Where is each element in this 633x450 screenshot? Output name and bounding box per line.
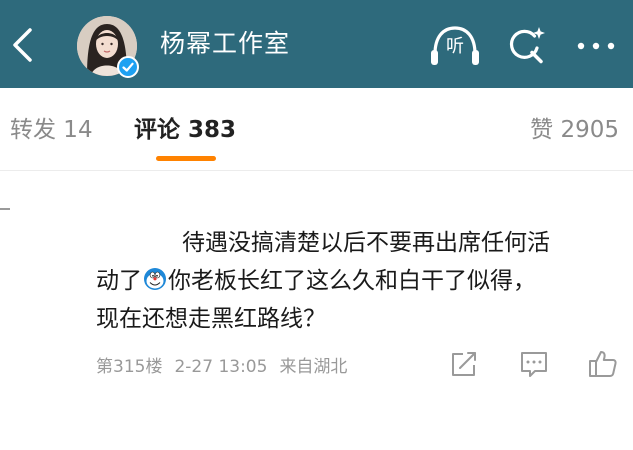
comment-text-2b: 你老板长红了这么久和白干了似得， [168, 268, 536, 294]
thumbs-up-icon [589, 351, 617, 377]
top-bar: 杨幂工作室 听 [0, 0, 633, 88]
comment-text-1: 待遇没搞清楚以后不要再出席任何活 [182, 230, 550, 256]
search-icon [509, 27, 545, 64]
search-button[interactable] [506, 26, 546, 66]
share-button[interactable] [448, 348, 480, 380]
comment-meta: 第315楼 2-27 13:05 来自湖北 [96, 354, 359, 380]
edge-mark [0, 208, 10, 210]
back-button[interactable] [6, 24, 42, 66]
comment-icon [521, 352, 547, 377]
like-button[interactable] [587, 348, 619, 380]
share-icon [452, 352, 476, 376]
more-icon [577, 42, 615, 50]
divider [0, 170, 633, 171]
doraemon-emoji-icon [143, 267, 167, 291]
timestamp: 2-27 13:05 [174, 357, 268, 377]
active-tab-indicator [156, 156, 216, 161]
more-button[interactable] [572, 28, 620, 64]
back-arrow-icon [13, 28, 32, 62]
location: 来自湖北 [279, 357, 348, 377]
listen-button[interactable]: 听 [428, 24, 482, 68]
comment-line-1: 待遇没搞清楚以后不要再出席任何活 [96, 224, 626, 262]
comment-text-2a: 动了 [96, 268, 142, 294]
tab-forward[interactable]: 转发 14 [10, 114, 93, 146]
verified-icon [117, 56, 139, 78]
tab-like[interactable]: 赞 2905 [530, 114, 619, 146]
tab-bar: 转发 14 评论 383 赞 2905 [0, 88, 633, 170]
comment-body[interactable]: 待遇没搞清楚以后不要再出席任何活 动了 你老板长红了这么久和白干了似得， 现在还… [96, 224, 626, 338]
comment-line-2: 动了 你老板长红了这么久和白干了似得， [96, 262, 626, 300]
listen-label: 听 [446, 36, 464, 57]
floor-number: 第315楼 [96, 357, 163, 377]
page-title: 杨幂工作室 [160, 29, 291, 58]
reply-button[interactable] [518, 348, 550, 380]
comment-line-3: 现在还想走黑红路线？ [96, 306, 326, 332]
tab-comment[interactable]: 评论 383 [134, 114, 236, 146]
